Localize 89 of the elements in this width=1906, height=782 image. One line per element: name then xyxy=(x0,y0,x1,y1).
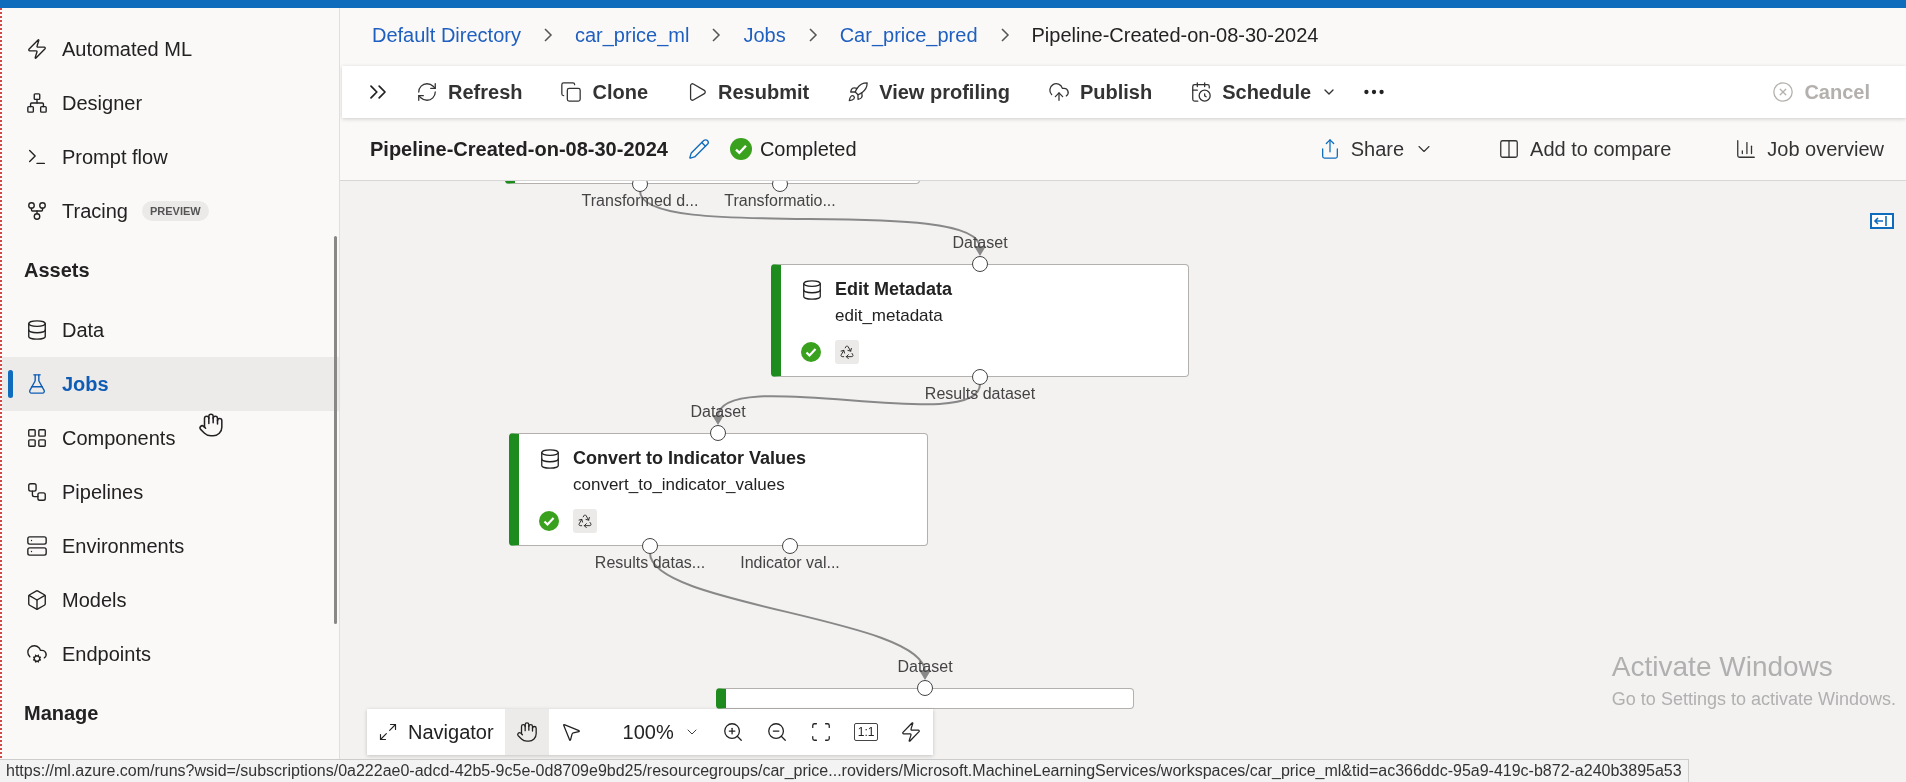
module-icon xyxy=(801,279,823,301)
output-port[interactable] xyxy=(782,538,798,554)
sidebar-icon xyxy=(26,373,48,395)
preview-badge: PREVIEW xyxy=(141,201,209,221)
edit-icon[interactable] xyxy=(687,138,710,160)
breadcrumb-link[interactable]: Default Directory xyxy=(372,23,521,47)
sidebar-icon xyxy=(26,92,48,114)
node-name: convert_to_indicator_values xyxy=(573,475,786,495)
sidebar-icon xyxy=(26,589,48,611)
action-button[interactable]: Share xyxy=(1296,137,1457,161)
status-url: https://ml.azure.com/runs?wsid=/subscriptions/0a222ae0-adcd-42b5-9c5e-0d8709e9bd25/resourcegroups/car_price...roviders/Microsoft.MachineLearningServices/workspaces/car_price_ml&tid=ac366ddc-95a9-419c-b872-a240b3895a53 xyxy=(0,759,1689,782)
section-heading: Manage xyxy=(24,702,99,725)
toolbar-button[interactable]: Publish xyxy=(1033,72,1167,112)
sidebar-icon xyxy=(26,38,48,60)
toolbar-icon xyxy=(1190,81,1213,103)
node-name: edit_metadata xyxy=(835,306,944,326)
module-icon xyxy=(539,448,561,470)
job-title: Pipeline-Created-on-08-30-2024 xyxy=(370,137,668,161)
actual-size-button[interactable]: 1:1 xyxy=(842,709,890,755)
toolbar-button[interactable]: Schedule xyxy=(1176,72,1352,112)
toolbar-icon xyxy=(560,81,583,103)
action-icon xyxy=(1498,138,1521,160)
pipeline-node[interactable] xyxy=(716,688,1134,709)
breadcrumb-link[interactable]: Pipeline-Created-on-08-30-2024 xyxy=(1031,23,1319,47)
pipeline-node[interactable]: Convert to Indicator Values convert_to_indicator_values xyxy=(509,433,928,546)
output-port[interactable] xyxy=(972,369,988,385)
action-button[interactable]: Job overview xyxy=(1713,137,1906,161)
sidebar-item[interactable]: Components xyxy=(2,411,339,465)
chevron-right-icon xyxy=(542,27,553,43)
hand-icon xyxy=(515,721,538,743)
hand-cursor-icon xyxy=(198,412,224,438)
scrollbar[interactable] xyxy=(334,236,337,624)
input-port[interactable] xyxy=(972,256,988,272)
toolbar-button[interactable]: Clone xyxy=(546,72,663,112)
sidebar-icon xyxy=(26,535,48,557)
zoom-out-icon xyxy=(765,721,788,743)
input-port[interactable] xyxy=(710,425,726,441)
sidebar-icon xyxy=(26,643,48,665)
sidebar-icon xyxy=(26,319,48,341)
collapse-panel-icon[interactable] xyxy=(1870,213,1894,229)
port-label: Results datas... xyxy=(594,554,706,572)
sidebar-icon xyxy=(26,200,48,222)
sidebar-item[interactable]: Prompt flow xyxy=(2,130,339,184)
hand-tool-button[interactable] xyxy=(504,709,549,755)
navigator-icon xyxy=(378,722,398,742)
toolbar-icon xyxy=(416,81,438,103)
toolbar-icon xyxy=(847,81,870,103)
sidebar-item[interactable]: Endpoints xyxy=(2,627,339,681)
node-title: Convert to Indicator Values xyxy=(573,448,807,469)
sidebar-item[interactable]: Data xyxy=(2,303,339,357)
activation-title: Activate Windows xyxy=(1611,651,1834,683)
toolbar-button[interactable]: Resubmit xyxy=(672,72,824,112)
sidebar-item[interactable]: Environments xyxy=(2,519,339,573)
port-label: Transformatio... xyxy=(724,192,836,210)
toolbar-button[interactable]: View profiling xyxy=(833,72,1024,112)
sidebar-item[interactable]: Tracing PREVIEW xyxy=(2,184,339,238)
section-heading: Assets xyxy=(24,259,90,282)
toolbar-icon xyxy=(1047,81,1070,103)
breadcrumb-link[interactable]: Car_price_pred xyxy=(839,23,978,47)
toolbar-icon xyxy=(1772,81,1795,103)
fit-icon xyxy=(809,721,832,743)
output-port[interactable] xyxy=(642,538,658,554)
sidebar-item[interactable]: Automated ML xyxy=(2,22,339,76)
selection-indicator xyxy=(8,370,13,398)
chevron-right-icon xyxy=(711,27,722,43)
activation-message: Go to Settings to activate Windows. xyxy=(1611,689,1896,710)
pipeline-node[interactable]: Edit Metadata edit_metadata xyxy=(771,264,1189,377)
node-title: Edit Metadata xyxy=(835,279,953,300)
chevron-right-icon xyxy=(999,27,1010,43)
action-icon xyxy=(1735,138,1758,160)
input-port[interactable] xyxy=(917,680,933,696)
sidebar-item[interactable]: Jobs xyxy=(2,357,339,411)
sidebar-icon xyxy=(26,481,48,503)
sidebar-item[interactable]: Pipelines xyxy=(2,465,339,519)
check-icon xyxy=(729,138,752,160)
lightning-icon xyxy=(900,721,923,743)
sidebar-item[interactable]: Models xyxy=(2,573,339,627)
toolbar-button[interactable]: Refresh xyxy=(402,72,537,112)
navigator-button[interactable]: Navigator xyxy=(367,709,505,755)
zoom-dropdown[interactable]: 100% xyxy=(592,709,711,755)
action-button[interactable]: Add to compare xyxy=(1476,137,1694,161)
status-label: Completed xyxy=(729,137,857,161)
breadcrumb-link[interactable]: Jobs xyxy=(743,23,786,47)
sidebar-item[interactable]: Designer xyxy=(2,76,339,130)
zoom-in-icon xyxy=(721,721,744,743)
port-label: Indicator val... xyxy=(740,554,840,572)
sidebar-icon xyxy=(26,427,48,449)
breadcrumb-link[interactable]: car_price_ml xyxy=(574,23,690,47)
chevron-right-icon xyxy=(807,27,818,43)
